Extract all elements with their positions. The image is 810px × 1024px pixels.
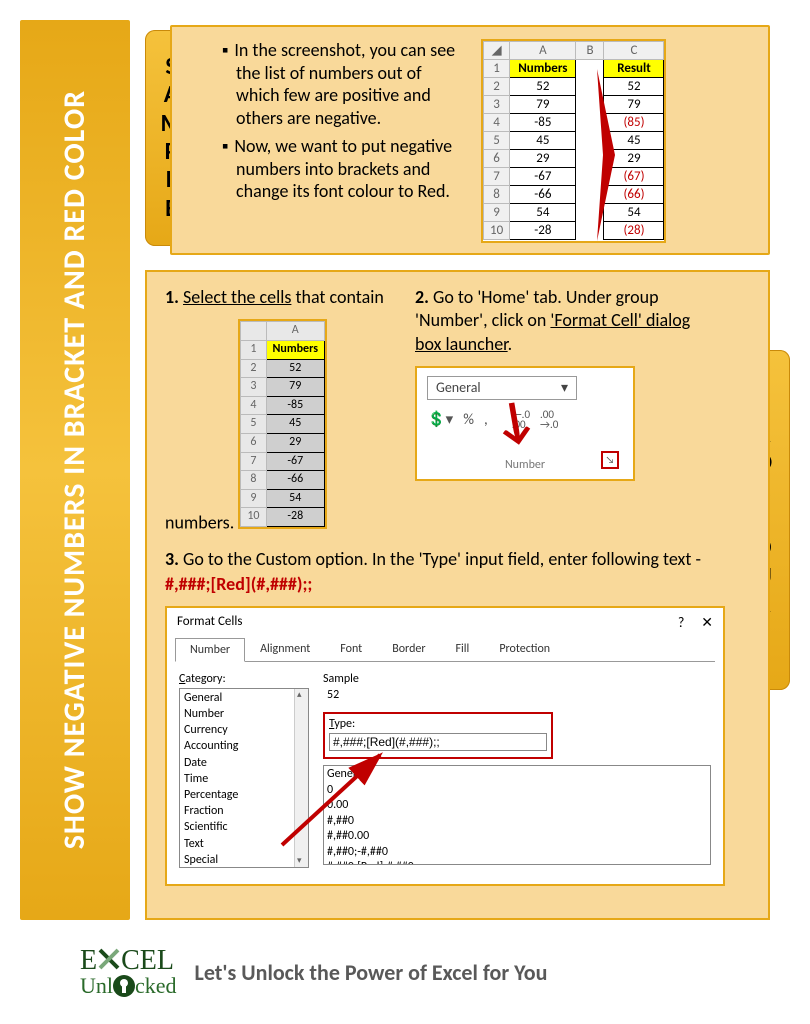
accounting-format-icon[interactable]: 💲▾ <box>427 411 453 431</box>
type-label: Type: <box>329 717 547 731</box>
ribbon-number-group: General ▾ 💲▾ % , ←.0.00 .00→.0 ↘ Number … <box>415 366 635 481</box>
step-1: 1. Select the cells that contain numbers… <box>165 286 395 535</box>
number-format-value: General <box>436 379 481 397</box>
brand-footer: E CEL Unlcked Let's Unlock the Power of E… <box>20 935 790 1009</box>
sample-excel-grid: ◢ABC1NumbersResult25252379794-85(85)5454… <box>481 39 666 243</box>
logo-unl: Unl <box>80 973 113 998</box>
sample-description: In the screenshot, you can see the list … <box>222 39 467 243</box>
step2-number: 2. <box>415 286 429 308</box>
sample-value: 52 <box>323 688 711 702</box>
step1-excel-selection: A1Numbers2523794-855456297-678-6695410-2… <box>238 319 327 529</box>
dialog-tabs: NumberAlignmentFontBorderFillProtection <box>175 637 715 662</box>
step2-text-c: . <box>508 333 513 355</box>
category-option-general[interactable]: General <box>180 690 308 706</box>
dialog-tab-font[interactable]: Font <box>325 637 377 661</box>
percent-style-icon[interactable]: % <box>463 411 474 431</box>
logo-letter-e: E <box>80 945 97 976</box>
sample-label: Sample <box>323 672 711 686</box>
dialog-tab-alignment[interactable]: Alignment <box>245 637 325 661</box>
dialog-close-button[interactable]: ✕ <box>701 614 713 631</box>
dialog-help-button[interactable]: ? <box>678 614 685 631</box>
category-option-currency[interactable]: Currency <box>180 722 308 738</box>
number-format-dropdown[interactable]: General ▾ <box>427 376 577 400</box>
brand-tagline: Let's Unlock the Power of Excel for You <box>195 959 548 986</box>
excel-unlocked-logo: E CEL Unlcked <box>80 947 177 997</box>
category-label: Category: <box>179 672 309 686</box>
logo-letters-cel: CEL <box>121 945 174 976</box>
procedure-box: 1. Select the cells that contain numbers… <box>145 270 770 920</box>
page-title: SHOW NEGATIVE NUMBERS IN BRACKET AND RED… <box>58 90 93 849</box>
keyhole-icon <box>113 975 135 997</box>
dialog-title: Format Cells <box>177 614 242 631</box>
logo-cked: cked <box>135 973 177 998</box>
dialog-tab-border[interactable]: Border <box>377 637 440 661</box>
dialog-titlebar: Format Cells ? ✕ <box>167 608 723 637</box>
step3-format-code: #,###;[Red](#,###);; <box>165 573 312 595</box>
step-2: 2. Go to 'Home' tab. Under group 'Number… <box>415 286 715 535</box>
step-3: 3. Go to the Custom option. In the 'Type… <box>165 547 716 596</box>
logo-x-icon <box>97 947 121 971</box>
sample-box: In the screenshot, you can see the list … <box>170 25 770 255</box>
dialog-launcher-button[interactable]: ↘ <box>601 451 619 469</box>
dialog-tab-fill[interactable]: Fill <box>441 637 485 661</box>
step3-number: 3. <box>165 548 179 570</box>
vertical-title-bar: SHOW NEGATIVE NUMBERS IN BRACKET AND RED… <box>20 20 130 920</box>
format-preset-item[interactable]: #,##0;[Red]-#,##0 <box>327 860 707 864</box>
step1-number: 1. <box>165 286 179 308</box>
chevron-down-icon: ▾ <box>561 379 568 397</box>
red-transform-arrow-icon <box>593 65 623 245</box>
dialog-tab-protection[interactable]: Protection <box>484 637 565 661</box>
step1-underlined: Select the cells <box>183 286 291 308</box>
sample-bullet-1: In the screenshot, you can see the list … <box>236 39 467 129</box>
red-arrow-annotation-icon: ↘ <box>492 400 541 445</box>
sample-bullet-2: Now, we want to put negative numbers int… <box>236 135 467 203</box>
red-arrow-custom-to-type-icon <box>262 747 422 857</box>
step3-text: Go to the Custom option. In the 'Type' i… <box>179 548 701 570</box>
dialog-tab-number[interactable]: Number <box>175 638 245 662</box>
format-cells-dialog: Format Cells ? ✕ NumberAlignmentFontBord… <box>165 606 725 886</box>
category-option-number[interactable]: Number <box>180 706 308 722</box>
